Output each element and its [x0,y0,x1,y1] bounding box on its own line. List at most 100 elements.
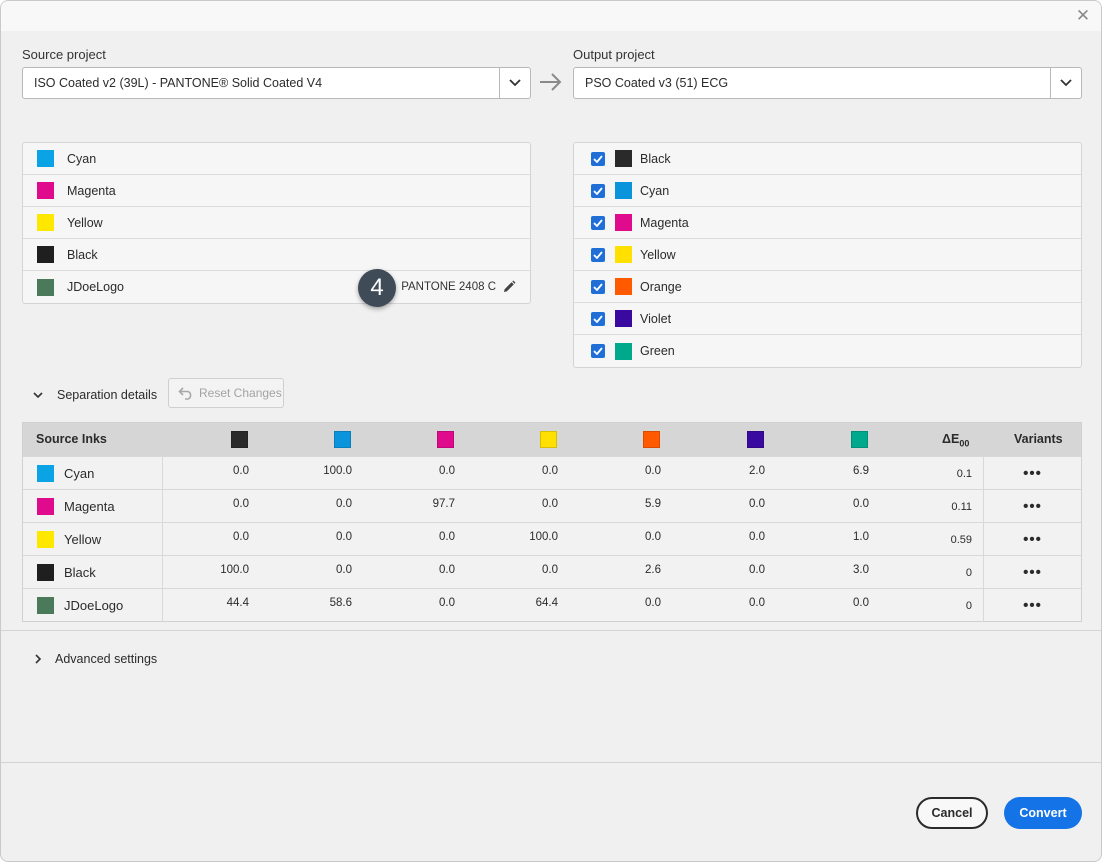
ink-name: Orange [640,279,682,294]
source-ink-row[interactable]: JDoeLogo 4 PANTONE 2408 C [23,269,530,307]
output-ink-row[interactable]: Cyan [574,175,1081,207]
output-ink-row[interactable]: Green [574,335,1081,367]
pencil-icon[interactable] [502,280,516,294]
checkmark-icon [593,314,603,323]
percentage-cell[interactable]: 97.7 [395,498,455,510]
col-swatch-violet [747,431,764,448]
table-row: Black 100.0 0.0 0.0 0.0 2.6 0.0 3.0 0 ••• [23,555,1081,589]
percentage-cell[interactable]: 0.0 [498,465,558,477]
ink-mapping[interactable]: PANTONE 2408 C [401,271,516,303]
percentage-cell[interactable]: 0.0 [292,564,352,576]
percentage-cell[interactable]: 100.0 [189,564,249,576]
percentage-cell[interactable]: 0.0 [601,465,661,477]
output-ink-row[interactable]: Magenta [574,207,1081,239]
percentage-cell[interactable]: 0.0 [189,531,249,543]
output-ink-row[interactable]: Violet [574,303,1081,335]
percentage-cell[interactable]: 0.0 [292,531,352,543]
ink-name: Black [67,247,98,262]
percentage-cell[interactable]: 2.6 [601,564,661,576]
percentage-cell[interactable]: 6.9 [809,465,869,477]
percentage-cell[interactable]: 0.0 [189,498,249,510]
advanced-settings-toggle[interactable]: Advanced settings [33,650,157,668]
close-icon[interactable]: ✕ [1073,6,1093,26]
separation-details-toggle[interactable]: Separation details [33,386,157,404]
output-ink-row[interactable]: Yellow [574,239,1081,271]
percentage-cell[interactable]: 44.4 [189,597,249,609]
ink-checkbox[interactable] [591,183,605,198]
percentage-cell[interactable]: 0.0 [601,531,661,543]
percentage-cell[interactable]: 2.0 [705,465,765,477]
percentage-cell[interactable]: 0.0 [705,531,765,543]
percentage-cell[interactable]: 0.0 [601,597,661,609]
ink-checkbox[interactable] [591,311,605,326]
output-ink-row[interactable]: Black [574,143,1081,175]
ink-checkbox[interactable] [591,215,605,230]
source-ink-row[interactable]: Yellow [23,207,530,239]
mapping-text: PANTONE 2408 C [401,281,496,293]
chevron-down-icon[interactable] [1050,68,1081,98]
percentage-cell[interactable]: 64.4 [498,597,558,609]
percentage-cell[interactable]: 100.0 [292,465,352,477]
more-options-icon[interactable]: ••• [983,490,1081,523]
source-ink-row[interactable]: Cyan [23,143,530,175]
percentage-cell[interactable]: 1.0 [809,531,869,543]
more-options-icon[interactable]: ••• [983,523,1081,556]
ink-name: Yellow [640,247,676,262]
ink-swatch [37,278,54,296]
source-ink-cell: Cyan [23,457,163,490]
percentage-cell[interactable]: 0.0 [705,597,765,609]
percentage-cell[interactable]: 0.0 [809,597,869,609]
ink-swatch [615,182,632,199]
source-ink-cell: JDoeLogo [23,589,163,622]
percentage-cell[interactable]: 3.0 [809,564,869,576]
ink-checkbox[interactable] [591,247,605,262]
convert-button[interactable]: Convert [1004,797,1082,829]
ink-name: Black [640,151,671,166]
source-project-select[interactable]: ISO Coated v2 (39L) - PANTONE® Solid Coa… [22,67,531,99]
step-badge: 4 [358,269,396,307]
percentage-cell[interactable]: 0.0 [395,465,455,477]
percentage-cell[interactable]: 0.0 [189,465,249,477]
percentage-cell[interactable]: 0.0 [705,564,765,576]
ink-checkbox[interactable] [591,279,605,294]
percentage-cell[interactable]: 0.0 [395,531,455,543]
ink-swatch [37,465,54,482]
ink-name: Violet [640,311,672,326]
more-options-icon[interactable]: ••• [983,556,1081,589]
percentage-cell[interactable]: 58.6 [292,597,352,609]
checkmark-icon [593,154,603,163]
ink-checkbox[interactable] [591,344,605,358]
percentage-cell[interactable]: 100.0 [498,531,558,543]
percentage-cell[interactable]: 0.0 [395,597,455,609]
output-ink-row[interactable]: Orange [574,271,1081,303]
source-ink-row[interactable]: Black [23,239,530,271]
footer-divider [1,762,1101,763]
percentage-cell[interactable]: 0.0 [395,564,455,576]
more-options-icon[interactable]: ••• [983,457,1081,490]
reset-changes-label: Reset Changes [199,386,282,400]
ink-swatch [37,597,54,614]
ink-swatch [615,310,632,327]
source-ink-list: Cyan Magenta Yellow Black JDoeLogo 4 PAN… [22,142,531,307]
cancel-button[interactable]: Cancel [916,797,988,829]
source-ink-row[interactable]: Magenta [23,175,530,207]
title-bar: ✕ [1,1,1101,31]
output-ink-list: Black Cyan Magenta Yellow Orange Violet Green [573,142,1082,368]
table-row: Cyan 0.0 100.0 0.0 0.0 0.0 2.0 6.9 0.1 ••• [23,456,1081,490]
percentage-cell[interactable]: 0.0 [292,498,352,510]
output-project-select[interactable]: PSO Coated v3 (51) ECG [573,67,1082,99]
ink-name: Green [640,344,675,358]
percentage-cell[interactable]: 0.0 [498,564,558,576]
chevron-right-icon [35,654,42,664]
percentage-cell[interactable]: 0.0 [705,498,765,510]
checkmark-icon [593,347,603,355]
ink-checkbox[interactable] [591,151,605,166]
percentage-cell[interactable]: 5.9 [601,498,661,510]
ink-swatch [37,182,54,199]
reset-changes-button[interactable]: Reset Changes [168,378,284,408]
percentage-cell[interactable]: 0.0 [498,498,558,510]
chevron-down-icon[interactable] [499,68,530,98]
more-options-icon[interactable]: ••• [983,589,1081,622]
percentage-cell[interactable]: 0.0 [809,498,869,510]
delta-e-cell: 0 [965,600,972,612]
